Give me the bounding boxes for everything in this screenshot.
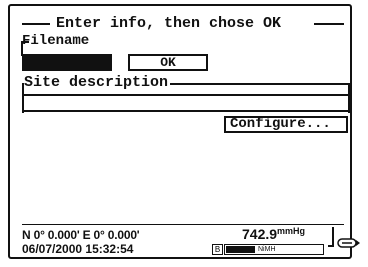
configure-button[interactable]: Configure... <box>224 116 348 133</box>
battery-icon: B <box>212 244 223 255</box>
title-rule-left <box>22 23 50 25</box>
device-screen: Enter info, then chose OK Filename OK Si… <box>8 4 360 259</box>
gps-coordinates: N 0° 0.000' E 0° 0.000' <box>22 228 140 242</box>
pressure-value: 742.9 <box>242 226 278 242</box>
ok-button[interactable]: OK <box>128 54 208 71</box>
title-rule-right <box>314 23 344 25</box>
filename-input[interactable] <box>22 54 112 71</box>
dialog-title: Enter info, then chose OK <box>56 15 282 32</box>
dialog-title-row: Enter info, then chose OK <box>22 15 344 33</box>
status-divider <box>22 224 344 225</box>
battery-type-label: NiMH <box>258 246 276 253</box>
pressure-bracket <box>328 227 334 247</box>
site-description-input[interactable] <box>22 94 350 112</box>
battery-level-fill <box>226 246 255 253</box>
site-description-label: Site description <box>24 74 171 91</box>
date-time: 06/07/2000 15:32:54 <box>22 242 134 256</box>
filename-label: Filename <box>22 33 90 49</box>
barometric-pressure: 742.9mmHg <box>242 226 305 242</box>
pressure-unit: mmHg <box>277 226 306 236</box>
connection-icon <box>337 238 360 248</box>
